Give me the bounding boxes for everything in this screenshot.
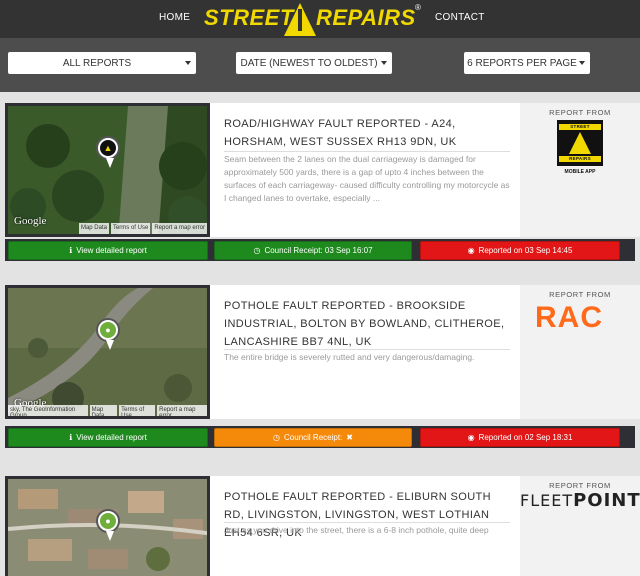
council-receipt-label: Council Receipt: 03 Sep 16:07	[264, 246, 373, 255]
filter-bar: ALL REPORTS DATE (NEWEST TO OLDEST) 6 RE…	[0, 38, 640, 92]
fleetpoint-logo-bold: POINT	[573, 490, 640, 511]
chevron-down-icon	[381, 61, 387, 65]
report-type-select[interactable]: ALL REPORTS	[8, 52, 196, 74]
view-report-label: View detailed report	[76, 246, 147, 255]
google-logo: Google	[14, 215, 47, 227]
logo-road-line	[298, 9, 302, 31]
close-icon: ✖	[346, 433, 353, 442]
report-map-error-link[interactable]: Report a map error	[152, 223, 207, 234]
clock-icon: ◷	[253, 246, 261, 255]
council-receipt-label: Council Receipt:	[284, 433, 343, 442]
logo-band-top-text: STREET	[570, 124, 590, 129]
street-repairs-logo[interactable]: STREET REPAIRS ®	[204, 3, 422, 36]
map-data-link[interactable]: Map Data	[89, 405, 118, 416]
report-actions-bar: ℹ View detailed report ◷ Council Receipt…	[5, 239, 635, 261]
pothole-pin-icon: ●	[100, 322, 116, 338]
report-from-label: REPORT FROM	[549, 290, 611, 299]
report-card: ● Google sky, The GeoInformation Group M…	[5, 285, 640, 419]
report-actions-bar: ℹ View detailed report ◷ Council Receipt…	[5, 426, 635, 448]
report-map[interactable]: ●	[5, 476, 210, 576]
reported-on-button[interactable]: ◉ Reported on 02 Sep 18:31	[420, 428, 620, 447]
globe-icon: ◉	[467, 246, 475, 255]
map-data-link[interactable]: Map Data	[78, 223, 109, 234]
logo-word-left: STREET	[204, 5, 294, 30]
report-card: ▲ Google Map Data Terms of Use Report a …	[5, 103, 640, 237]
view-report-button[interactable]: ℹ View detailed report	[8, 241, 208, 260]
geo-credit-text: sky, The GeoInformation Group	[8, 405, 88, 416]
sort-order-value: DATE (NEWEST TO OLDEST)	[240, 57, 378, 69]
terms-of-use-link[interactable]: Terms of Use	[119, 405, 156, 416]
chevron-down-icon	[579, 61, 585, 65]
rac-logo: RAC	[535, 301, 603, 334]
title-divider	[224, 349, 510, 350]
map-footer: sky, The GeoInformation Group Map Data T…	[8, 405, 207, 416]
registered-mark: ®	[415, 3, 421, 12]
logo-band-bottom-text: REPAIRS	[569, 156, 591, 161]
report-from-label: REPORT FROM	[549, 108, 611, 117]
street-repairs-app-logo: STREET REPAIRS	[557, 120, 603, 166]
view-report-button[interactable]: ℹ View detailed report	[8, 428, 208, 447]
report-source-panel: REPORT FROM RAC	[520, 285, 640, 419]
report-card: ● POTHOLE FAULT REPORTED - ELIBURN SOUTH…	[5, 476, 640, 576]
report-source-panel: REPORT FROM STREET REPAIRS MOBILE APP	[520, 103, 640, 237]
location-pin-icon: ●	[96, 509, 120, 541]
report-map[interactable]: ● Google sky, The GeoInformation Group M…	[5, 285, 210, 419]
report-description: The entire bridge is severely rutted and…	[224, 352, 475, 362]
nav-contact-link[interactable]: CONTACT	[435, 12, 485, 23]
top-navigation-bar: HOME STREET REPAIRS ® CONTACT	[0, 0, 640, 38]
view-report-label: View detailed report	[76, 433, 147, 442]
location-pin-icon: ▲	[96, 136, 120, 168]
nav-home-link[interactable]: HOME	[159, 12, 190, 23]
globe-icon: ◉	[467, 433, 475, 442]
report-source-panel: REPORT FROM FLEETPOINT	[520, 476, 640, 576]
report-from-label: REPORT FROM	[549, 481, 611, 490]
info-icon: ℹ	[69, 433, 73, 442]
fleetpoint-logo-light: FLEET	[520, 491, 574, 510]
report-title[interactable]: ROAD/HIGHWAY FAULT REPORTED - A24, HORSH…	[224, 115, 514, 151]
info-icon: ℹ	[69, 246, 73, 255]
reported-on-label: Reported on 02 Sep 18:31	[478, 433, 573, 442]
report-type-value: ALL REPORTS	[62, 57, 132, 69]
per-page-value: 6 REPORTS PER PAGE	[467, 57, 577, 69]
clock-icon: ◷	[273, 433, 281, 442]
sort-order-select[interactable]: DATE (NEWEST TO OLDEST)	[236, 52, 392, 74]
chevron-down-icon	[185, 61, 191, 65]
title-divider	[224, 151, 510, 152]
fleetpoint-logo: FLEETPOINT	[520, 490, 640, 511]
council-receipt-button[interactable]: ◷ Council Receipt: 03 Sep 16:07	[214, 241, 412, 260]
location-pin-icon: ●	[96, 318, 120, 350]
logo-word-right: REPAIRS	[316, 5, 416, 30]
map-footer: Map Data Terms of Use Report a map error	[78, 223, 207, 234]
report-description: Just as you drive into the street, there…	[224, 525, 489, 535]
reported-on-label: Reported on 03 Sep 14:45	[478, 246, 573, 255]
pothole-pin-icon: ●	[100, 513, 116, 529]
street-repairs-pin-icon: ▲	[100, 140, 116, 156]
title-divider	[224, 522, 510, 523]
per-page-select[interactable]: 6 REPORTS PER PAGE	[464, 52, 590, 74]
report-title[interactable]: POTHOLE FAULT REPORTED - BROOKSIDE INDUS…	[224, 297, 514, 351]
report-map[interactable]: ▲ Google Map Data Terms of Use Report a …	[5, 103, 210, 237]
report-description: Seam between the 2 lanes on the dual car…	[224, 154, 510, 203]
council-receipt-button[interactable]: ◷ Council Receipt: ✖	[214, 428, 412, 447]
terms-of-use-link[interactable]: Terms of Use	[110, 223, 151, 234]
reported-on-button[interactable]: ◉ Reported on 03 Sep 14:45	[420, 241, 620, 260]
logo-road-icon	[569, 132, 591, 154]
report-map-error-link[interactable]: Report a map error	[157, 405, 207, 416]
mobile-app-label: MOBILE APP	[564, 169, 596, 175]
